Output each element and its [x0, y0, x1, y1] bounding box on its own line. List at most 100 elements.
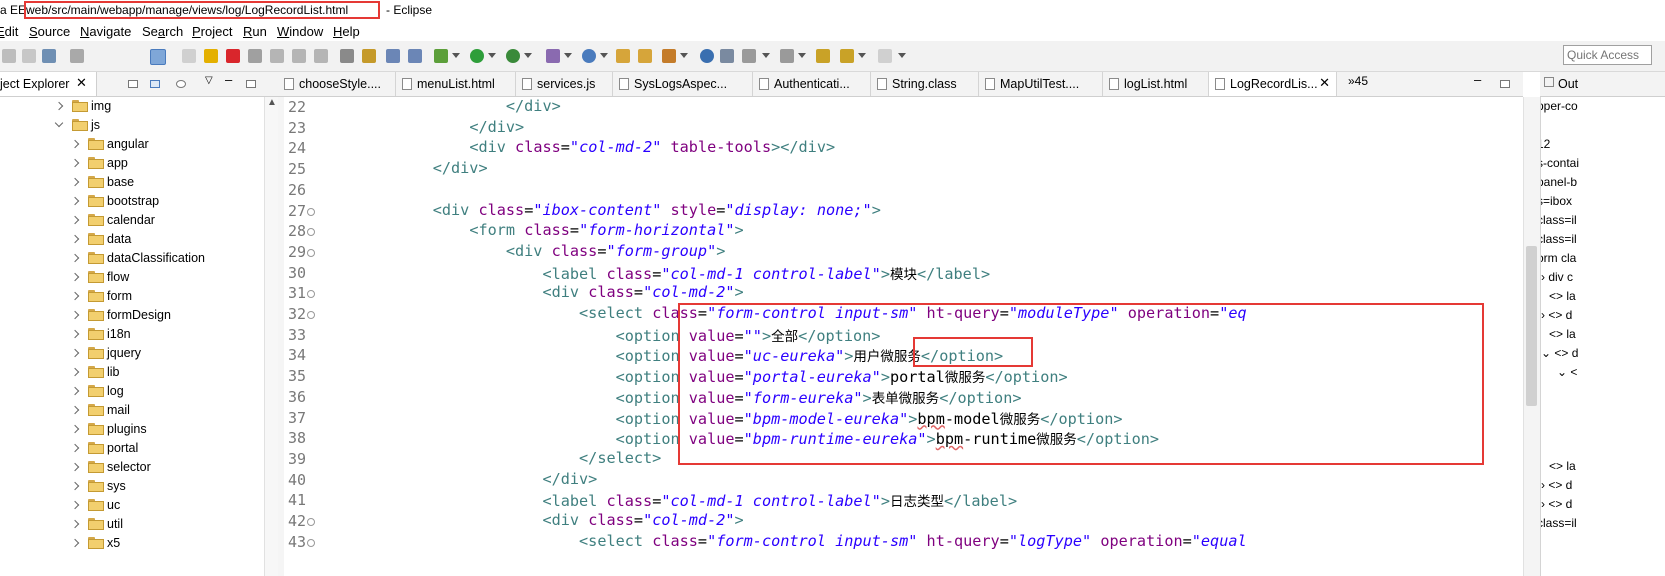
- external-tools-dropdown-icon[interactable]: [524, 53, 532, 58]
- tree-item-app[interactable]: app: [0, 154, 264, 174]
- view-menu-icon[interactable]: ▽: [205, 75, 213, 86]
- outline-node[interactable]: class=il: [1541, 213, 1577, 227]
- fold-toggle-icon[interactable]: [307, 290, 315, 299]
- new-dropdown-icon[interactable]: [600, 53, 608, 58]
- more-tabs-indicator[interactable]: »45: [1348, 74, 1368, 88]
- code-line[interactable]: <form class="form-horizontal">: [323, 221, 743, 242]
- chevron-right-icon[interactable]: [70, 158, 80, 168]
- outline-node[interactable]: s-contai: [1541, 156, 1579, 170]
- chevron-right-icon[interactable]: [70, 329, 80, 339]
- fold-toggle-icon[interactable]: [307, 518, 315, 526]
- chevron-right-icon[interactable]: [70, 500, 80, 510]
- menu-help[interactable]: Help: [333, 24, 360, 39]
- tree-item-calendar[interactable]: calendar: [0, 211, 264, 231]
- chevron-right-icon[interactable]: [70, 272, 80, 282]
- tree-item-i18n[interactable]: i18n: [0, 325, 264, 345]
- chevron-right-icon[interactable]: [70, 424, 80, 434]
- tree-item-js[interactable]: js: [0, 116, 264, 136]
- editor-scrollbar-thumb[interactable]: [1526, 246, 1537, 406]
- close-icon[interactable]: ✕: [76, 75, 87, 91]
- chevron-right-icon[interactable]: [70, 234, 80, 244]
- chevron-right-icon[interactable]: [70, 215, 80, 225]
- code-line[interactable]: <label class="col-md-1 control-label">日志…: [323, 490, 1017, 511]
- collapse-all-icon[interactable]: [128, 80, 138, 88]
- open-folder-icon[interactable]: [616, 49, 630, 63]
- code-line[interactable]: <div class="form-group">: [323, 242, 726, 263]
- editor-tab[interactable]: MapUtilTest....: [979, 72, 1103, 96]
- code-line[interactable]: </div>: [323, 159, 488, 180]
- tree-item-portal[interactable]: portal: [0, 439, 264, 459]
- tree-item-x5[interactable]: x5: [0, 534, 264, 554]
- code-line[interactable]: <select class="form-control input-sm" ht…: [323, 532, 1247, 553]
- chevron-right-icon[interactable]: [70, 196, 80, 206]
- last-edit-location-icon[interactable]: [816, 49, 830, 63]
- chevron-right-icon[interactable]: [70, 386, 80, 396]
- tree-item-base[interactable]: base: [0, 173, 264, 193]
- tree-item-jquery[interactable]: jquery: [0, 344, 264, 364]
- editor-tab[interactable]: menuList.html: [396, 72, 516, 96]
- outline-node[interactable]: class=il: [1541, 516, 1577, 530]
- next-annotation-icon[interactable]: [780, 49, 794, 63]
- open-type-icon[interactable]: [340, 49, 354, 63]
- tree-item-sys[interactable]: sys: [0, 477, 264, 497]
- terminate-icon[interactable]: [226, 49, 240, 63]
- skip-all-breakpoints-icon[interactable]: [182, 49, 196, 63]
- run-icon[interactable]: [470, 49, 484, 63]
- chevron-right-icon[interactable]: [70, 538, 80, 548]
- outline-node[interactable]: pper-co: [1541, 99, 1578, 113]
- fold-toggle-icon[interactable]: [307, 228, 315, 237]
- editor-tab[interactable]: chooseStyle....: [278, 72, 396, 96]
- chevron-right-icon[interactable]: [70, 519, 80, 529]
- code-line[interactable]: <label class="col-md-1 control-label">模块…: [323, 263, 990, 284]
- menu-run[interactable]: Run: [243, 24, 267, 39]
- forward-dropdown-icon[interactable]: [898, 53, 906, 58]
- chevron-right-icon[interactable]: [70, 139, 80, 149]
- outline-node[interactable]: <> la: [1549, 459, 1576, 473]
- outline-node[interactable]: › <> d: [1541, 308, 1572, 322]
- menu-source[interactable]: Source: [29, 24, 70, 39]
- new-server-icon[interactable]: [546, 49, 560, 63]
- project-tree-scrollbar[interactable]: ▲: [264, 97, 279, 576]
- fold-toggle-icon[interactable]: [307, 311, 315, 319]
- tree-item-flow[interactable]: flow: [0, 268, 264, 288]
- tree-item-img[interactable]: img: [0, 97, 264, 117]
- outline-node[interactable]: 12: [1541, 137, 1550, 151]
- fold-toggle-icon[interactable]: [307, 207, 315, 216]
- outline-node[interactable]: <> la: [1549, 289, 1576, 303]
- chevron-right-icon[interactable]: [70, 367, 80, 377]
- suspend-icon[interactable]: [204, 49, 218, 63]
- chevron-right-icon[interactable]: [70, 310, 80, 320]
- open-console-icon[interactable]: [386, 49, 400, 63]
- pin-icon[interactable]: [720, 49, 734, 63]
- chevron-right-icon[interactable]: [70, 177, 80, 187]
- disconnect-icon[interactable]: [248, 49, 262, 63]
- outline-node[interactable]: <> la: [1549, 327, 1576, 341]
- tree-item-dataclassification[interactable]: dataClassification: [0, 249, 264, 269]
- editor-tab[interactable]: LogRecordLis... ✕: [1209, 72, 1337, 96]
- tree-item-formdesign[interactable]: formDesign: [0, 306, 264, 326]
- outline-node[interactable]: ⌄ <> d: [1541, 346, 1578, 360]
- server-dropdown-icon[interactable]: [564, 53, 572, 58]
- tree-item-data[interactable]: data: [0, 230, 264, 250]
- fold-toggle-icon[interactable]: [307, 248, 315, 257]
- chevron-right-icon[interactable]: [70, 253, 80, 263]
- outline-node[interactable]: › <> d: [1541, 478, 1572, 492]
- code-line[interactable]: <div class="col-md-2" table-tools></div>: [323, 138, 835, 159]
- tree-item-form[interactable]: form: [0, 287, 264, 307]
- editor-tab[interactable]: SysLogsAspec...: [613, 72, 753, 96]
- show-whitespace-icon[interactable]: [408, 49, 422, 63]
- outline-node[interactable]: ⌄ <: [1557, 365, 1577, 379]
- menu-project[interactable]: Project: [192, 24, 232, 39]
- code-line[interactable]: <div class="ibox-content" style="display…: [323, 201, 881, 222]
- chevron-right-icon[interactable]: [70, 291, 80, 301]
- step-return-icon[interactable]: [314, 49, 328, 63]
- chevron-right-icon[interactable]: [70, 481, 80, 491]
- tree-item-angular[interactable]: angular: [0, 135, 264, 155]
- outline-title[interactable]: Out: [1558, 77, 1578, 91]
- outline-node[interactable]: panel-b: [1541, 175, 1577, 189]
- print-icon[interactable]: [42, 49, 56, 63]
- tree-item-plugins[interactable]: plugins: [0, 420, 264, 440]
- search-pen-icon[interactable]: [662, 49, 676, 63]
- chevron-down-icon[interactable]: [54, 118, 64, 128]
- minimize-view-icon[interactable]: –: [225, 72, 232, 87]
